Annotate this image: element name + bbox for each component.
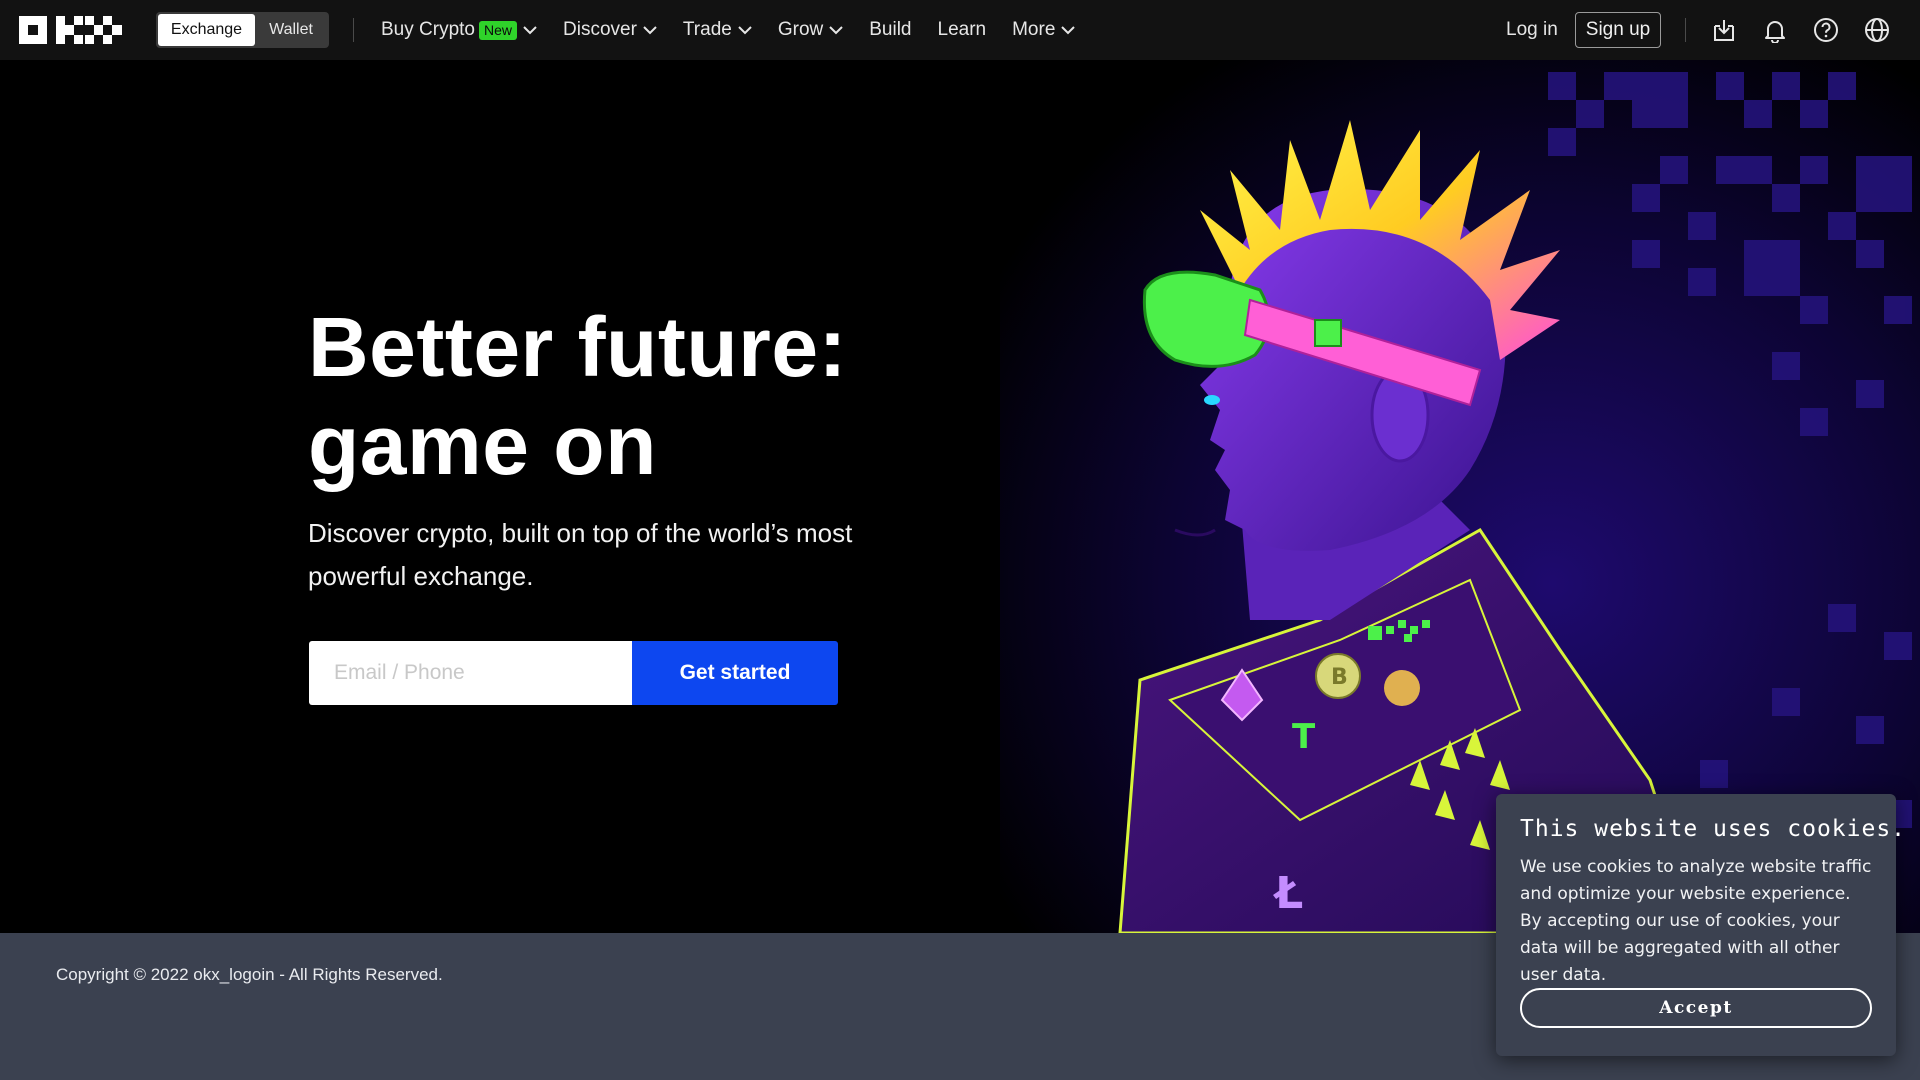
- menu-learn[interactable]: Learn: [938, 19, 987, 41]
- hero-headline: Better future: game on: [308, 298, 1008, 494]
- nav-icons: [1710, 12, 1891, 48]
- nav-divider: [1685, 18, 1686, 42]
- nav-divider: [353, 18, 354, 42]
- cookie-banner: This website uses cookies. We use cookie…: [1496, 794, 1907, 1056]
- menu-learn-label: Learn: [937, 19, 987, 40]
- globe-icon[interactable]: [1863, 16, 1891, 44]
- new-badge: New: [478, 20, 517, 40]
- menu-buy-crypto[interactable]: Buy Crypto New: [381, 19, 537, 41]
- menu-grow[interactable]: Grow: [778, 19, 843, 41]
- cookie-title: This website uses cookies.: [1520, 816, 1907, 842]
- accept-cookies-button[interactable]: Accept: [1520, 988, 1872, 1028]
- menu-grow-label: Grow: [777, 19, 824, 40]
- menu-build[interactable]: Build: [869, 19, 911, 41]
- wallet-tab[interactable]: Wallet: [255, 14, 327, 46]
- svg-text:B: B: [1331, 665, 1348, 690]
- login-link[interactable]: Log in: [1506, 19, 1558, 41]
- hero-signup-form: Get started: [309, 641, 838, 705]
- chevron-down-icon: [1061, 25, 1076, 35]
- chevron-down-icon: [643, 25, 657, 35]
- bell-icon[interactable]: [1761, 16, 1789, 44]
- download-icon[interactable]: [1710, 16, 1738, 44]
- menu-trade[interactable]: Trade: [683, 19, 752, 41]
- menu-discover-label: Discover: [563, 19, 637, 40]
- chevron-down-icon: [523, 25, 537, 35]
- signup-button[interactable]: Sign up: [1574, 12, 1662, 48]
- menu-more-label: More: [1012, 19, 1056, 40]
- menu-discover[interactable]: Discover: [563, 19, 657, 41]
- help-icon[interactable]: [1812, 16, 1840, 44]
- chevron-down-icon: [829, 25, 843, 35]
- menu-buy-crypto-label: Buy Crypto: [381, 19, 475, 40]
- auth-area: Log in Sign up: [1506, 0, 1662, 60]
- top-nav: Exchange Wallet Buy Crypto New Discover …: [0, 0, 1920, 60]
- email-phone-input[interactable]: [309, 641, 632, 705]
- svg-text:Ł: Ł: [1273, 868, 1303, 919]
- headline-line-1: Better future:: [308, 300, 848, 394]
- copyright-text: Copyright © 2022 okx_logoin - All Rights…: [56, 965, 443, 984]
- hero-subtext: Discover crypto, built on top of the wor…: [308, 518, 853, 591]
- main-menu: Buy Crypto New Discover Trade Grow Build…: [381, 0, 1101, 60]
- menu-build-label: Build: [869, 19, 912, 40]
- exchange-tab[interactable]: Exchange: [158, 14, 255, 46]
- chevron-down-icon: [738, 25, 752, 35]
- get-started-button[interactable]: Get started: [632, 641, 838, 705]
- okx-logo[interactable]: [19, 16, 122, 44]
- headline-line-2: game on: [308, 398, 657, 492]
- cookie-text: We use cookies to analyze website traffi…: [1520, 857, 1872, 985]
- exchange-wallet-toggle: Exchange Wallet: [156, 12, 329, 48]
- svg-text:T: T: [1292, 717, 1316, 757]
- menu-trade-label: Trade: [682, 19, 732, 40]
- menu-more[interactable]: More: [1012, 19, 1076, 41]
